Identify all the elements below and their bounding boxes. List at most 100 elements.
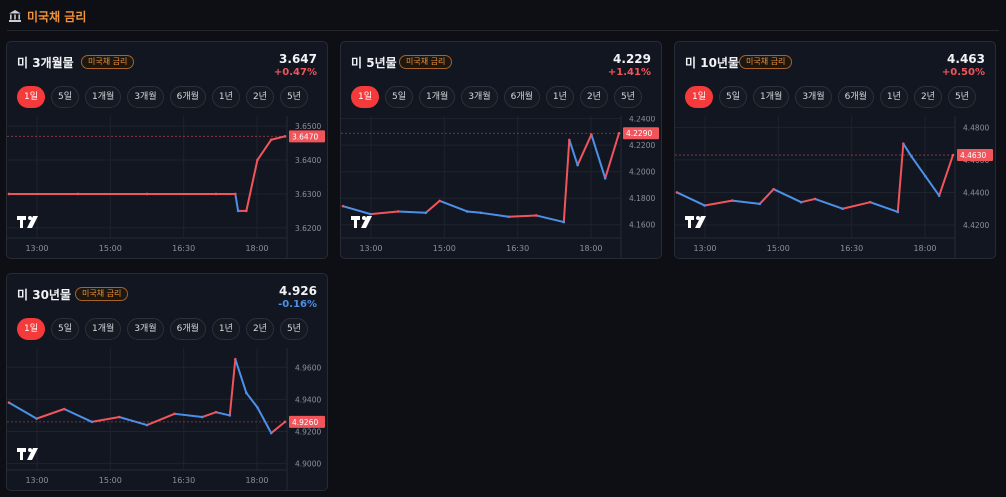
tab-1d[interactable]: 1일 [17, 86, 46, 108]
data-point [200, 415, 204, 419]
tab-5y[interactable]: 5년 [279, 318, 308, 340]
x-tick-label: 18:00 [579, 244, 602, 253]
x-tick-label: 15:00 [99, 476, 122, 485]
series-segment [36, 408, 65, 420]
tab-5d[interactable]: 5일 [51, 318, 80, 340]
y-tick-label: 4.4200 [963, 221, 989, 230]
tab-2y[interactable]: 2년 [245, 86, 274, 108]
data-point [145, 423, 149, 427]
series-segment [270, 135, 286, 141]
tab-3m[interactable]: 3개월 [461, 86, 498, 108]
series-segment [425, 200, 441, 214]
tab-5y[interactable]: 5년 [279, 86, 308, 108]
x-tick-label: 13:00 [25, 244, 48, 253]
data-point [234, 192, 237, 196]
x-tick-label: 16:30 [840, 244, 863, 253]
tab-1d[interactable]: 1일 [17, 318, 46, 340]
data-point [245, 391, 248, 395]
series-segment [234, 193, 240, 212]
data-point [7, 401, 11, 404]
tab-1m[interactable]: 1개월 [419, 86, 456, 108]
y-tick-label: 4.9200 [295, 427, 321, 436]
tab-6m[interactable]: 6개월 [169, 318, 206, 340]
tab-2y[interactable]: 2년 [579, 86, 608, 108]
series-segment [256, 139, 273, 161]
data-point [479, 211, 483, 215]
x-tick-label: 13:00 [693, 244, 716, 253]
category-tag: 미국채 금리 [739, 55, 793, 69]
x-tick-label: 13:00 [359, 244, 382, 253]
tab-5d[interactable]: 5일 [51, 86, 80, 108]
tab-1y[interactable]: 1년 [211, 86, 240, 108]
tab-6m[interactable]: 6개월 [837, 86, 874, 108]
tab-1m[interactable]: 1개월 [85, 86, 122, 108]
series-segment [342, 205, 371, 216]
tab-1d[interactable]: 1일 [685, 86, 714, 108]
tab-1m[interactable]: 1개월 [85, 318, 122, 340]
series-segment [508, 214, 537, 218]
data-point [228, 414, 232, 417]
data-point [772, 187, 775, 191]
data-point [396, 210, 400, 213]
series-segment [814, 198, 843, 210]
x-tick-label: 15:00 [99, 244, 122, 253]
data-point [236, 209, 240, 213]
tab-3m[interactable]: 3개월 [127, 318, 164, 340]
tab-3m[interactable]: 3개월 [795, 86, 832, 108]
chart-grid [7, 348, 287, 470]
series-segment [370, 210, 399, 216]
y-tick-label: 4.1600 [629, 221, 655, 230]
bank-icon [9, 10, 21, 22]
period-tabs: 1일 5일 1개월 3개월 6개월 1년 2년 5년 [351, 86, 642, 108]
change-percent: +0.47% [273, 67, 317, 78]
tab-1y[interactable]: 1년 [211, 318, 240, 340]
y-tick-label: 4.4800 [963, 123, 989, 132]
series-segment [869, 201, 899, 213]
price-chart[interactable]: 13:00 15:00 16:30 18:00 3.6200 3.6300 3.6400 3.… [7, 116, 328, 259]
change-percent: +0.50% [941, 67, 985, 78]
card-title: 미 10년물 [685, 56, 739, 70]
tab-5y[interactable]: 5년 [613, 86, 642, 108]
data-point [245, 209, 248, 213]
tab-1d[interactable]: 1일 [351, 86, 380, 108]
tab-6m[interactable]: 6개월 [503, 86, 540, 108]
series-segment [938, 154, 954, 197]
tab-5d[interactable]: 5일 [719, 86, 748, 108]
x-tick-label: 18:00 [913, 244, 936, 253]
change-percent: -0.16% [278, 299, 317, 310]
current-price: 3.647 [279, 52, 317, 66]
price-chart[interactable]: 13:00 15:00 16:30 18:00 4.1600 4.1800 4.2000 4.… [341, 116, 662, 259]
series-segment [759, 188, 775, 205]
tab-1m[interactable]: 1개월 [753, 86, 790, 108]
data-point [341, 204, 345, 208]
data-point [424, 211, 428, 215]
y-tick-label: 4.9000 [295, 460, 321, 469]
price-chart[interactable]: 13:0015:0016:3018:004.42004.44004.46004.… [675, 116, 996, 259]
tab-6m[interactable]: 6개월 [169, 86, 206, 108]
tab-2y[interactable]: 2년 [913, 86, 942, 108]
category-tag: 미국채 금리 [81, 55, 135, 69]
data-point [562, 220, 566, 224]
data-point [507, 215, 510, 219]
data-point [214, 410, 218, 414]
data-point [937, 194, 941, 198]
tradingview-logo [685, 216, 706, 228]
series-segment [568, 139, 579, 166]
tab-5y[interactable]: 5년 [947, 86, 976, 108]
last-price-label: 4.4630 [960, 151, 986, 160]
tab-2y[interactable]: 2년 [245, 318, 274, 340]
price-chart[interactable]: 13:00 15:00 16:30 18:00 4.9000 4.9200 4.9400 4.… [7, 348, 328, 491]
data-point [369, 212, 372, 216]
rate-card-30y: 미 30년물 미국채 금리 4.926 -0.16% 1일 5일 1개월 3개월… [6, 273, 328, 491]
tab-5d[interactable]: 5일 [385, 86, 414, 108]
y-tick-label: 4.1800 [629, 194, 655, 203]
y-tick-label: 4.4400 [963, 188, 989, 197]
series-segment [562, 139, 571, 223]
page-title: 미국채 금리 [27, 9, 87, 24]
tab-3m[interactable]: 3개월 [127, 86, 164, 108]
series-segment [732, 199, 760, 205]
chart-grid [341, 116, 621, 238]
data-point [173, 412, 176, 416]
tab-1y[interactable]: 1년 [879, 86, 908, 108]
tab-1y[interactable]: 1년 [545, 86, 574, 108]
